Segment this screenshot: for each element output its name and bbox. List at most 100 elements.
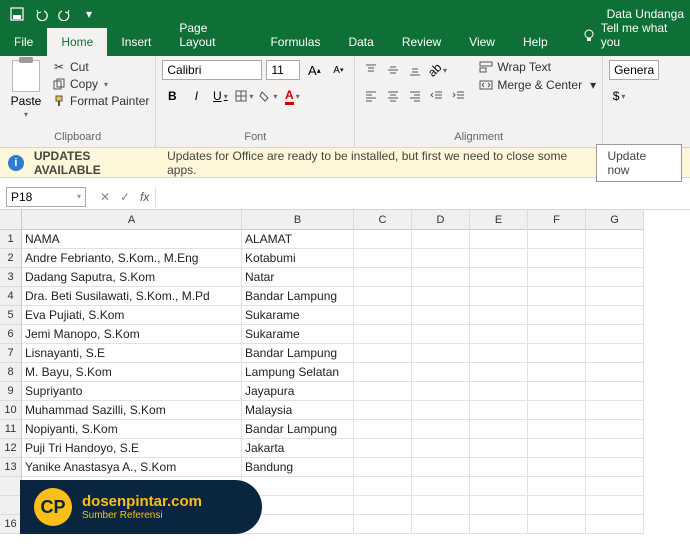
row-header[interactable]: 10 — [0, 401, 22, 420]
formula-input[interactable] — [155, 187, 690, 207]
cell[interactable] — [586, 515, 644, 534]
cell[interactable] — [354, 401, 412, 420]
cell[interactable]: M. Bayu, S.Kom — [22, 363, 242, 382]
row-header[interactable]: 3 — [0, 268, 22, 287]
tab-insert[interactable]: Insert — [107, 28, 165, 56]
cell[interactable] — [412, 458, 470, 477]
cell[interactable]: Nopiyanti, S.Kom — [22, 420, 242, 439]
col-header-F[interactable]: F — [528, 210, 586, 230]
col-header-D[interactable]: D — [412, 210, 470, 230]
cell[interactable] — [354, 363, 412, 382]
bold-button[interactable]: B — [162, 86, 182, 106]
cell[interactable] — [412, 477, 470, 496]
row-header[interactable] — [0, 496, 22, 515]
row-header[interactable]: 13 — [0, 458, 22, 477]
cell[interactable] — [470, 268, 528, 287]
row-header[interactable]: 16 — [0, 515, 22, 534]
format-painter-button[interactable]: Format Painter — [52, 94, 149, 108]
cell[interactable] — [470, 287, 528, 306]
cell[interactable]: Malaysia — [242, 401, 354, 420]
row-header[interactable]: 9 — [0, 382, 22, 401]
cell[interactable] — [412, 515, 470, 534]
col-header-E[interactable]: E — [470, 210, 528, 230]
cell[interactable] — [528, 401, 586, 420]
row-header[interactable]: 7 — [0, 344, 22, 363]
cell[interactable] — [470, 515, 528, 534]
align-middle-button[interactable] — [383, 60, 403, 80]
cell[interactable] — [586, 477, 644, 496]
cell[interactable] — [470, 477, 528, 496]
cell[interactable] — [354, 249, 412, 268]
cell[interactable]: Bandar Lampung — [242, 344, 354, 363]
tab-data[interactable]: Data — [334, 28, 387, 56]
cell[interactable] — [470, 230, 528, 249]
cell[interactable] — [470, 496, 528, 515]
cell[interactable]: Lampung Selatan — [242, 363, 354, 382]
cell[interactable] — [528, 249, 586, 268]
cell[interactable] — [586, 420, 644, 439]
cell[interactable] — [354, 458, 412, 477]
select-all-corner[interactable] — [0, 210, 22, 230]
cell[interactable] — [528, 477, 586, 496]
cell[interactable] — [354, 230, 412, 249]
cell[interactable] — [586, 249, 644, 268]
increase-font-button[interactable]: A▴ — [304, 60, 324, 80]
cell[interactable] — [242, 477, 354, 496]
cell[interactable] — [470, 420, 528, 439]
cell[interactable] — [412, 230, 470, 249]
cell[interactable] — [586, 401, 644, 420]
row-header[interactable]: 6 — [0, 325, 22, 344]
cell[interactable]: Bandar Lampung — [242, 287, 354, 306]
cell[interactable] — [412, 287, 470, 306]
decrease-font-button[interactable]: A▾ — [328, 60, 348, 80]
cell[interactable] — [354, 268, 412, 287]
cell[interactable]: Jemi Manopo, S.Kom — [22, 325, 242, 344]
row-header[interactable]: 2 — [0, 249, 22, 268]
cell[interactable] — [586, 458, 644, 477]
cell[interactable]: Bandar Lampung — [242, 420, 354, 439]
cell[interactable] — [528, 382, 586, 401]
cell[interactable] — [586, 382, 644, 401]
cell[interactable] — [528, 458, 586, 477]
cell[interactable]: Lisnayanti, S.E — [22, 344, 242, 363]
cell[interactable]: Andre Febrianto, S.Kom., M.Eng — [22, 249, 242, 268]
font-name-select[interactable] — [162, 60, 262, 80]
font-size-select[interactable] — [266, 60, 300, 80]
cell[interactable] — [528, 496, 586, 515]
cell[interactable] — [412, 496, 470, 515]
cell[interactable]: Dra. Beti Susilawati, S.Kom., M.Pd — [22, 287, 242, 306]
cell[interactable] — [470, 382, 528, 401]
cell[interactable]: Jakarta — [242, 439, 354, 458]
save-icon[interactable] — [6, 3, 28, 25]
cell[interactable] — [354, 477, 412, 496]
align-right-button[interactable] — [405, 86, 425, 106]
cell[interactable] — [528, 439, 586, 458]
merge-center-button[interactable]: Merge & Center▾ — [479, 78, 596, 92]
cell[interactable] — [412, 439, 470, 458]
border-button[interactable]: ▾ — [234, 86, 254, 106]
cell[interactable] — [586, 287, 644, 306]
row-header[interactable]: 11 — [0, 420, 22, 439]
cell[interactable] — [412, 363, 470, 382]
col-header-G[interactable]: G — [586, 210, 644, 230]
cell[interactable] — [412, 344, 470, 363]
row-header[interactable]: 8 — [0, 363, 22, 382]
cell[interactable] — [412, 306, 470, 325]
cell[interactable] — [470, 363, 528, 382]
cell[interactable]: Bandung — [242, 458, 354, 477]
align-center-button[interactable] — [383, 86, 403, 106]
cell[interactable] — [586, 325, 644, 344]
decrease-indent-button[interactable] — [427, 86, 447, 106]
cell[interactable] — [412, 401, 470, 420]
cell[interactable] — [586, 496, 644, 515]
tab-page-layout[interactable]: Page Layout — [165, 14, 256, 56]
cell[interactable] — [354, 439, 412, 458]
cell[interactable] — [586, 363, 644, 382]
tab-help[interactable]: Help — [509, 28, 562, 56]
cell[interactable] — [354, 420, 412, 439]
cell[interactable] — [528, 287, 586, 306]
cell[interactable] — [586, 439, 644, 458]
copy-button[interactable]: Copy▾ — [52, 77, 149, 91]
accounting-format-button[interactable]: $▾ — [609, 86, 629, 106]
cell[interactable] — [586, 268, 644, 287]
